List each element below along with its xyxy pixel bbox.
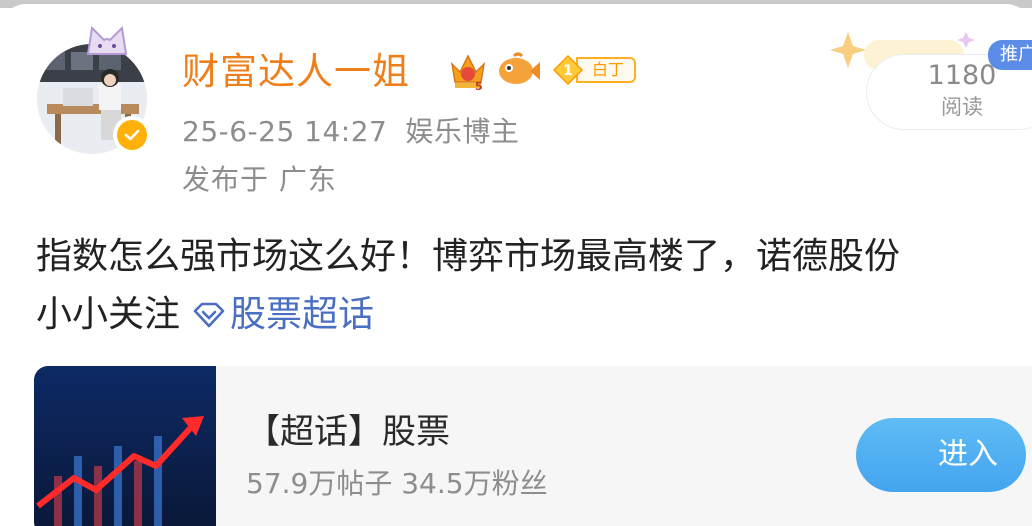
post-date: 25-6-25 14:27 bbox=[182, 115, 388, 148]
topic-thumbnail bbox=[34, 366, 216, 526]
read-label: 阅读 bbox=[941, 95, 983, 119]
super-topic-icon bbox=[193, 302, 225, 328]
post-text-line2: 小小关注 股票超话 bbox=[36, 290, 374, 340]
level-diamond-icon: 1 bbox=[552, 54, 584, 86]
crown-num: 5 bbox=[475, 80, 483, 92]
topic-title: 【超话】股票 bbox=[246, 412, 450, 452]
topic-stats: 57.9万帖子 34.5万粉丝 bbox=[246, 467, 548, 500]
level-badge[interactable]: 1 白丁 bbox=[552, 54, 637, 86]
post-text-line2-text: 小小关注 bbox=[36, 294, 181, 335]
enter-button[interactable]: 进入 bbox=[856, 418, 1026, 492]
post-meta: 25-6-25 14:27 娱乐博主 bbox=[182, 112, 519, 152]
promo-tag: 推广 bbox=[988, 40, 1032, 70]
post-text-line1: 指数怎么强市场这么好！博弈市场最高楼了，诺德股份 bbox=[36, 236, 901, 277]
topic-link[interactable]: 股票超话 bbox=[192, 290, 374, 340]
topic-card[interactable]: 【超话】股票 57.9万帖子 34.5万粉丝 进入 bbox=[34, 366, 1032, 526]
cat-ears-icon bbox=[86, 25, 128, 55]
post-location: 发布于 广东 bbox=[182, 163, 337, 196]
fish-badge-icon[interactable] bbox=[496, 52, 542, 88]
post-category: 娱乐博主 bbox=[405, 115, 520, 148]
verified-icon bbox=[113, 116, 151, 154]
username[interactable]: 财富达人一姐 bbox=[182, 48, 410, 96]
crown-badge-icon[interactable]: 5 bbox=[448, 50, 488, 92]
topic-link-label: 股票超话 bbox=[230, 294, 375, 335]
level-num: 1 bbox=[563, 63, 573, 79]
level-tag: 白丁 bbox=[576, 57, 637, 83]
